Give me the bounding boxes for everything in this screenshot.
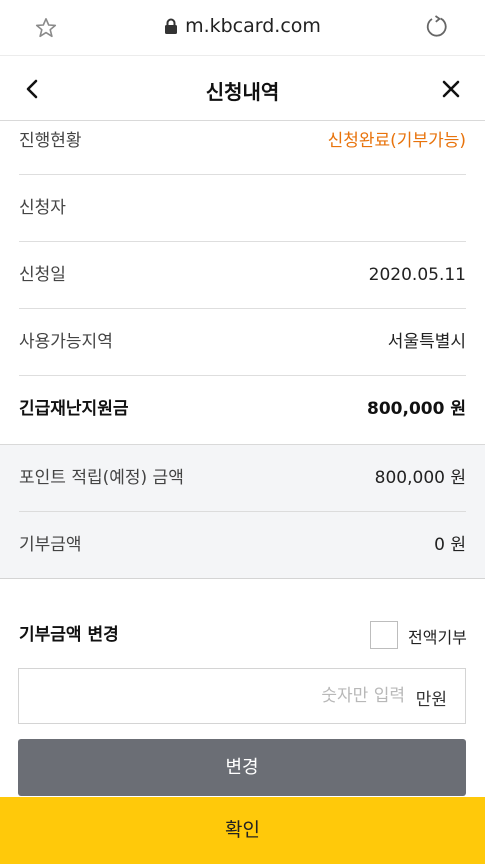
page-header: 신청내역 (0, 56, 485, 121)
reload-icon[interactable] (424, 14, 450, 40)
donation-amount-input[interactable] (29, 669, 405, 723)
page-title: 신청내역 (205, 80, 280, 104)
donation-amount-label: 기부금액 (19, 535, 82, 555)
relief-fund-label: 긴급재난지원금 (19, 399, 129, 419)
amount-unit: 만원 (415, 690, 447, 710)
detail-row-region: 사용가능지역 서울특별시 (19, 309, 466, 376)
points-value: 800,000 원 (374, 468, 466, 488)
summary-row-points: 포인트 적립(예정) 금액 800,000 원 (19, 445, 466, 512)
applicant-label: 신청자 (19, 198, 66, 218)
region-value: 서울특별시 (387, 332, 466, 352)
region-label: 사용가능지역 (19, 332, 113, 352)
detail-row-date: 신청일 2020.05.11 (19, 242, 466, 309)
confirm-button[interactable]: 확인 (0, 797, 485, 864)
lock-icon (165, 18, 178, 34)
browser-address-bar: m.kbcard.com (0, 0, 485, 56)
application-details: 진행현황 신청완료(기부가능) 신청자 신청일 2020.05.11 사용가능지… (0, 121, 485, 443)
full-donation-label[interactable]: 전액기부 (408, 624, 467, 648)
url-display[interactable]: m.kbcard.com (0, 15, 485, 37)
detail-row-status: 진행현황 신청완료(기부가능) (19, 121, 466, 175)
points-label: 포인트 적립(예정) 금액 (19, 468, 184, 488)
detail-row-applicant: 신청자 (19, 175, 466, 242)
url-text: m.kbcard.com (185, 15, 321, 37)
change-button[interactable]: 변경 (18, 739, 466, 796)
apply-date-label: 신청일 (19, 265, 66, 285)
detail-row-relief-fund: 긴급재난지원금 800,000 원 (19, 376, 466, 443)
donation-change-title: 기부금액 변경 (19, 625, 119, 645)
close-icon[interactable] (440, 78, 462, 100)
relief-fund-value: 800,000 원 (367, 399, 466, 419)
status-value: 신청완료(기부가능) (327, 131, 466, 151)
donation-amount-value: 0 원 (434, 535, 466, 555)
summary-row-donation: 기부금액 0 원 (19, 512, 466, 579)
donation-amount-field[interactable]: 만원 (18, 668, 466, 724)
summary-block: 포인트 적립(예정) 금액 800,000 원 기부금액 0 원 (0, 444, 485, 579)
full-donation-checkbox[interactable] (370, 621, 398, 649)
apply-date-value: 2020.05.11 (368, 265, 466, 285)
status-label: 진행현황 (19, 131, 82, 151)
